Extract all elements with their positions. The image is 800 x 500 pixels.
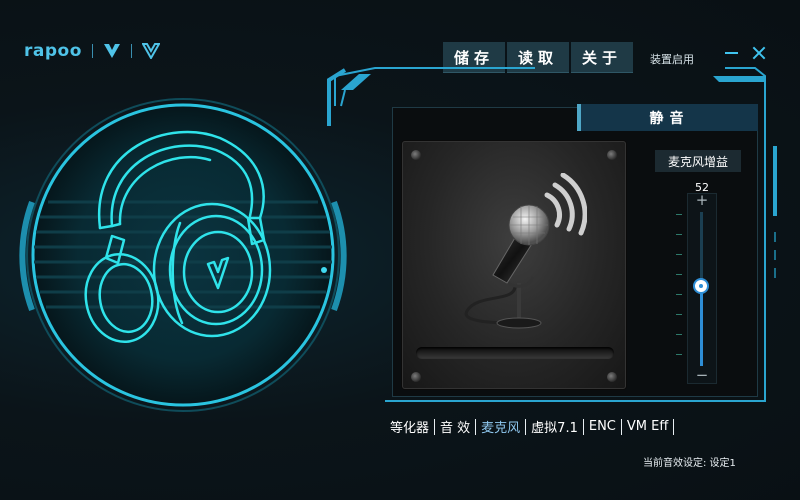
brand-wordmark: rapoo xyxy=(24,41,82,61)
tab-vm-effect[interactable]: VM Eff xyxy=(622,419,673,434)
tab-enc[interactable]: ENC xyxy=(584,419,621,434)
screw-icon xyxy=(411,150,421,160)
microphone-display xyxy=(402,141,626,389)
slider-tick xyxy=(676,274,682,275)
v-logo-outline-icon xyxy=(141,43,160,59)
screw-icon xyxy=(411,372,421,382)
mute-button[interactable]: 静音 xyxy=(577,104,758,131)
device-enable-button[interactable]: 装置启用 xyxy=(650,51,694,67)
microphone-icon[interactable] xyxy=(457,173,587,333)
slider-tick xyxy=(676,294,682,295)
mic-gain-label: 麦克风增益 xyxy=(655,150,741,172)
slider-tick xyxy=(676,234,682,235)
slider-thumb[interactable] xyxy=(693,277,709,294)
tab-virtual-71[interactable]: 虚拟7.1 xyxy=(526,417,583,436)
feature-tabs: 等化器音 效麦克风 虚拟7.1 ENC VM Eff xyxy=(390,417,675,436)
slider-tick xyxy=(676,314,682,315)
plate-slot xyxy=(416,347,614,359)
slider-tick xyxy=(676,354,682,355)
slider-tick xyxy=(676,254,682,255)
logo-divider xyxy=(130,44,132,58)
slider-tick xyxy=(676,214,682,215)
slider-tick xyxy=(676,334,682,335)
screw-icon xyxy=(607,372,617,382)
tab-equalizer[interactable]: 等化器 xyxy=(390,417,434,436)
tab-microphone[interactable]: 麦克风 xyxy=(476,417,525,436)
close-icon[interactable] xyxy=(752,46,766,60)
gain-increase-button[interactable]: + xyxy=(694,191,710,209)
screw-icon xyxy=(607,150,617,160)
logo-divider xyxy=(91,44,93,58)
slider-fill xyxy=(700,285,703,366)
tab-divider xyxy=(673,418,675,435)
tab-sound-effects[interactable]: 音 效 xyxy=(435,417,475,436)
v-logo-icon xyxy=(103,44,120,58)
gain-decrease-button[interactable]: − xyxy=(694,366,710,384)
headphone-icon xyxy=(84,130,272,344)
brand-logo: rapoo xyxy=(24,40,160,62)
current-preset-status: 当前音效设定: 设定1 xyxy=(643,458,736,469)
minimize-icon[interactable] xyxy=(725,44,739,62)
